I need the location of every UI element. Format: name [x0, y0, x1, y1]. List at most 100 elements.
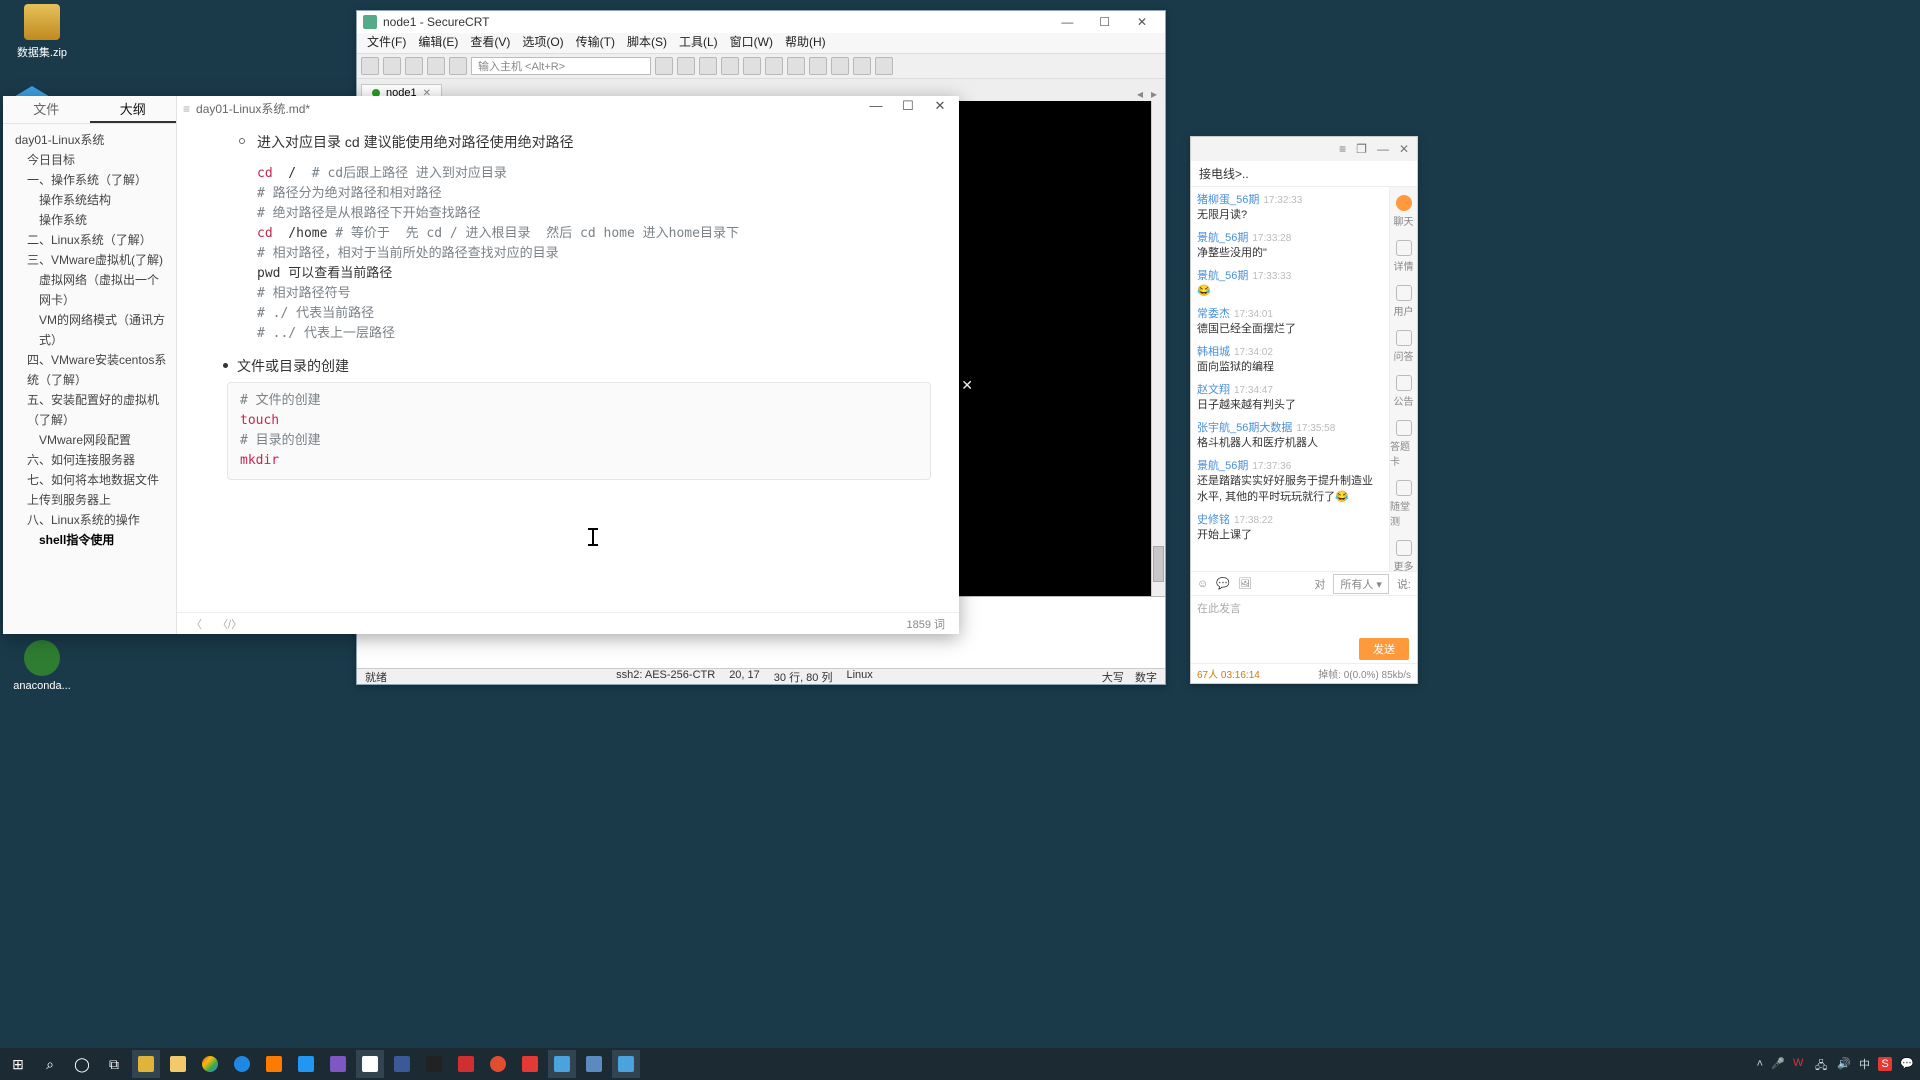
task-button[interactable] — [356, 1050, 384, 1078]
outline-item[interactable]: VMware网段配置 — [15, 430, 170, 450]
outline-item[interactable]: 七、如何将本地数据文件上传到服务器上 — [15, 470, 170, 510]
tab-outline[interactable]: 大纲 — [90, 96, 177, 123]
outline-item[interactable]: 五、安装配置好的虚拟机（了解） — [15, 390, 170, 430]
menu-help[interactable]: 帮助(H) — [781, 33, 830, 53]
ime-indicator[interactable]: 中 — [1859, 1056, 1870, 1072]
task-button[interactable] — [548, 1050, 576, 1078]
minimize-button[interactable]: — — [1377, 142, 1389, 156]
emoji-icon[interactable]: ☺ — [1197, 578, 1208, 590]
outline-item[interactable]: day01-Linux系统 — [15, 130, 170, 150]
menu-edit[interactable]: 编辑(E) — [414, 33, 462, 53]
tab-nav-left[interactable]: ◂ — [1133, 87, 1147, 101]
desktop-icon-anaconda[interactable]: anaconda... — [4, 640, 80, 692]
scrollbar-thumb[interactable] — [1153, 546, 1164, 582]
task-button[interactable] — [292, 1050, 320, 1078]
chat-side-item[interactable]: 公告 — [1394, 375, 1414, 408]
image-icon[interactable]: 🖼 — [1238, 577, 1252, 590]
toolbar-button[interactable] — [787, 57, 805, 75]
chat-side-item[interactable]: 随堂测 — [1390, 480, 1417, 528]
outline-item[interactable]: 操作系统结构 — [15, 190, 170, 210]
task-button[interactable] — [260, 1050, 288, 1078]
to-select[interactable]: 所有人 ▾ — [1333, 574, 1389, 594]
close-button[interactable]: ✕ — [1125, 15, 1159, 29]
toolbar-button[interactable] — [677, 57, 695, 75]
task-button[interactable] — [196, 1050, 224, 1078]
toolbar-button[interactable] — [405, 57, 423, 75]
code-view-icon[interactable]: 〈/〉 — [217, 619, 242, 631]
toolbar-button[interactable] — [853, 57, 871, 75]
tray-icon[interactable]: W — [1793, 1057, 1807, 1071]
document-area[interactable]: 进入对应目录 cd 建议能使用绝对路径使用绝对路径 cd / # cd后跟上路径… — [177, 118, 959, 612]
toolbar-button[interactable] — [383, 57, 401, 75]
minimize-button[interactable]: — — [1050, 15, 1084, 29]
cortana-button[interactable]: ◯ — [68, 1050, 96, 1078]
desktop-icon-zip[interactable]: 数据集.zip — [4, 4, 80, 60]
task-button[interactable] — [164, 1050, 192, 1078]
close-button[interactable]: ✕ — [1399, 142, 1409, 156]
task-button[interactable] — [484, 1050, 512, 1078]
toolbar-button[interactable] — [743, 57, 761, 75]
menu-file[interactable]: 文件(F) — [363, 33, 410, 53]
toolbar-button[interactable] — [361, 57, 379, 75]
close-button[interactable]: ✕ — [927, 98, 953, 114]
host-input[interactable]: 输入主机 <Alt+R> — [471, 57, 651, 75]
chat-side-item[interactable]: 答题卡 — [1390, 420, 1417, 468]
toolbar-button[interactable] — [809, 57, 827, 75]
action-center-icon[interactable]: 💬 — [1900, 1057, 1914, 1071]
toolbar-button[interactable] — [655, 57, 673, 75]
toolbar-button[interactable] — [765, 57, 783, 75]
task-button[interactable] — [516, 1050, 544, 1078]
chat-side-item[interactable]: 问答 — [1394, 330, 1414, 363]
tab-file[interactable]: 文件 — [3, 96, 90, 123]
minimize-button[interactable]: — — [863, 98, 889, 114]
start-button[interactable]: ⊞ — [4, 1050, 32, 1078]
search-button[interactable]: ⌕ — [36, 1050, 64, 1078]
chat-side-item[interactable]: 更多 — [1394, 540, 1414, 571]
send-button[interactable]: 发送 — [1359, 638, 1409, 660]
task-button[interactable] — [324, 1050, 352, 1078]
menu-options[interactable]: 选项(O) — [518, 33, 567, 53]
scrollbar[interactable] — [1151, 101, 1165, 596]
task-button[interactable] — [388, 1050, 416, 1078]
message-list[interactable]: 猪柳蛋_56期17:32:33无限月读?景航_56期17:33:28净整些没用的… — [1191, 187, 1389, 571]
toolbar-button[interactable] — [449, 57, 467, 75]
tray-icon[interactable]: S — [1878, 1057, 1892, 1071]
outline-item[interactable]: 八、Linux系统的操作 — [15, 510, 170, 530]
volume-icon[interactable]: 🔊 — [1837, 1057, 1851, 1071]
outline-item[interactable]: shell指令使用 — [15, 530, 170, 550]
outline-item[interactable]: 六、如何连接服务器 — [15, 450, 170, 470]
toolbar-button[interactable] — [699, 57, 717, 75]
chat-bubble-icon[interactable]: 💬 — [1216, 577, 1230, 590]
outline-item[interactable]: 一、操作系统（了解） — [15, 170, 170, 190]
outline-item[interactable]: 今日目标 — [15, 150, 170, 170]
maximize-button[interactable]: ☐ — [1088, 15, 1122, 29]
tray-icon[interactable]: 🎤 — [1771, 1057, 1785, 1071]
outline-item[interactable]: 三、VMware虚拟机(了解) — [15, 250, 170, 270]
chat-side-item[interactable]: 聊天 — [1394, 195, 1414, 228]
menu-script[interactable]: 脚本(S) — [623, 33, 671, 53]
menu-tools[interactable]: 工具(L) — [675, 33, 722, 53]
outline-item[interactable]: 操作系统 — [15, 210, 170, 230]
task-button[interactable] — [228, 1050, 256, 1078]
outline-item[interactable]: 虚拟网络（虚拟出一个网卡） — [15, 270, 170, 310]
menu-window[interactable]: 窗口(W) — [726, 33, 777, 53]
task-button[interactable] — [580, 1050, 608, 1078]
toolbar-button[interactable] — [875, 57, 893, 75]
window-titlebar[interactable]: node1 - SecureCRT — ☐ ✕ — [357, 11, 1165, 33]
tray-chevron-icon[interactable]: ˄ — [1757, 1058, 1763, 1070]
outline-item[interactable]: VM的网络模式（通讯方式） — [15, 310, 170, 350]
menu-icon[interactable]: ≡ — [1339, 142, 1346, 156]
nav-back-icon[interactable]: 〈 — [191, 619, 202, 631]
chat-side-item[interactable]: 用户 — [1394, 285, 1414, 318]
task-button[interactable] — [420, 1050, 448, 1078]
tab-nav-right[interactable]: ▸ — [1147, 87, 1161, 101]
menu-view[interactable]: 查看(V) — [466, 33, 514, 53]
chat-input[interactable]: 在此发言 — [1191, 595, 1417, 635]
chat-side-item[interactable]: 详情 — [1394, 240, 1414, 273]
taskview-button[interactable]: ⧉ — [100, 1050, 128, 1078]
close-icon[interactable]: ✕ — [961, 377, 973, 394]
toolbar-button[interactable] — [721, 57, 739, 75]
outline-item[interactable]: 四、VMware安装centos系统（了解） — [15, 350, 170, 390]
toolbar-button[interactable] — [831, 57, 849, 75]
task-button[interactable] — [132, 1050, 160, 1078]
